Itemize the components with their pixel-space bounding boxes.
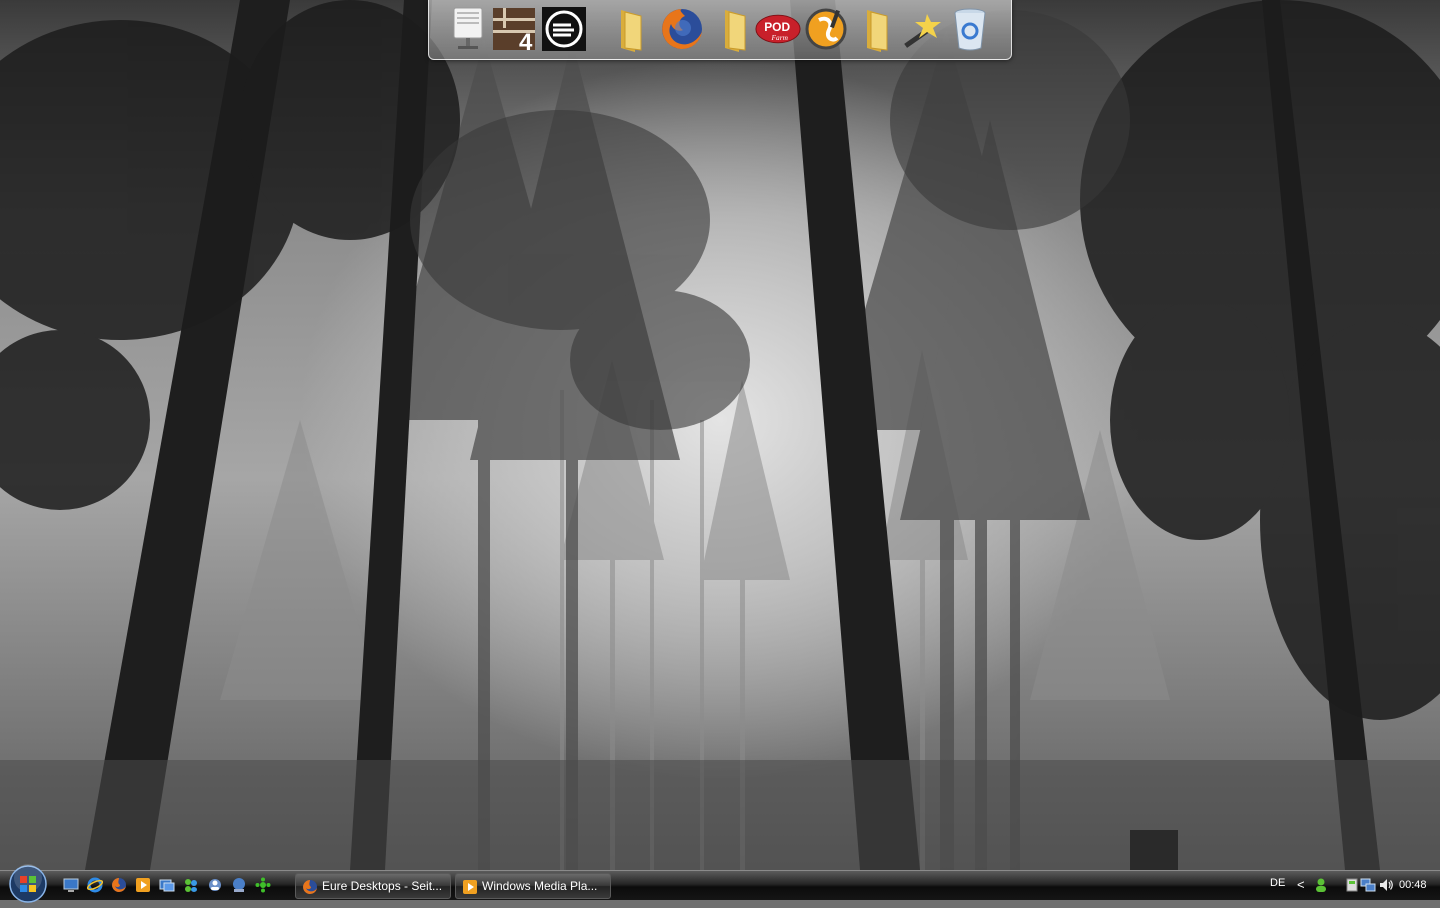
task-button-firefox[interactable]: Eure Desktops - Seit... (295, 873, 451, 899)
svg-text:4: 4 (519, 29, 533, 52)
language-indicator[interactable]: DE (1270, 877, 1285, 889)
network-icon[interactable] (230, 876, 248, 894)
desktop-wallpaper (0, 0, 1440, 870)
internet-explorer-icon[interactable] (86, 876, 104, 894)
folder-icon[interactable] (711, 6, 757, 52)
firefox-icon[interactable] (110, 876, 128, 894)
circular-app-icon[interactable] (541, 6, 587, 52)
podfarm-sublabel: Farm (771, 33, 788, 42)
firefox-icon (302, 879, 318, 895)
network-connection-icon[interactable] (1360, 877, 1376, 893)
show-desktop-icon[interactable] (62, 876, 80, 894)
contacts-icon[interactable] (206, 876, 224, 894)
media-player-icon (462, 879, 478, 895)
device-icon[interactable] (1344, 877, 1360, 893)
start-button[interactable] (7, 864, 49, 904)
network-monitor-icon[interactable] (445, 6, 491, 52)
podfarm-icon[interactable]: POD Farm (755, 6, 801, 52)
system-tray: DE < 00:48 (1262, 871, 1440, 901)
tray-expand-button[interactable]: < (1297, 877, 1305, 892)
fl-studio-icon[interactable] (803, 6, 849, 52)
messenger-icon[interactable] (182, 876, 200, 894)
task-button-media-player[interactable]: Windows Media Pla... (455, 873, 611, 899)
task-button-label: Windows Media Pla... (482, 879, 598, 893)
media-player-icon[interactable] (134, 876, 152, 894)
window-switcher-icon[interactable] (158, 876, 176, 894)
magic-wand-icon[interactable] (899, 6, 945, 52)
taskbar: Eure Desktops - Seit... Windows Media Pl… (0, 864, 1440, 903)
folder-icon[interactable] (607, 6, 653, 52)
volume-icon[interactable] (1378, 877, 1394, 893)
foggy-forest-image (0, 0, 1440, 870)
recycle-bin-icon[interactable] (947, 6, 993, 52)
application-dock: 4 POD Farm (428, 0, 1012, 60)
firefox-icon[interactable] (659, 6, 705, 52)
messenger-status-icon[interactable] (1313, 877, 1329, 893)
podfarm-label: POD (764, 20, 790, 34)
folder-icon[interactable] (853, 6, 899, 52)
left4dead-icon[interactable]: 4 (491, 6, 537, 52)
quick-launch-bar (62, 876, 272, 896)
green-app-icon[interactable] (254, 876, 272, 894)
system-clock[interactable]: 00:48 (1399, 879, 1427, 891)
task-button-label: Eure Desktops - Seit... (322, 879, 443, 893)
